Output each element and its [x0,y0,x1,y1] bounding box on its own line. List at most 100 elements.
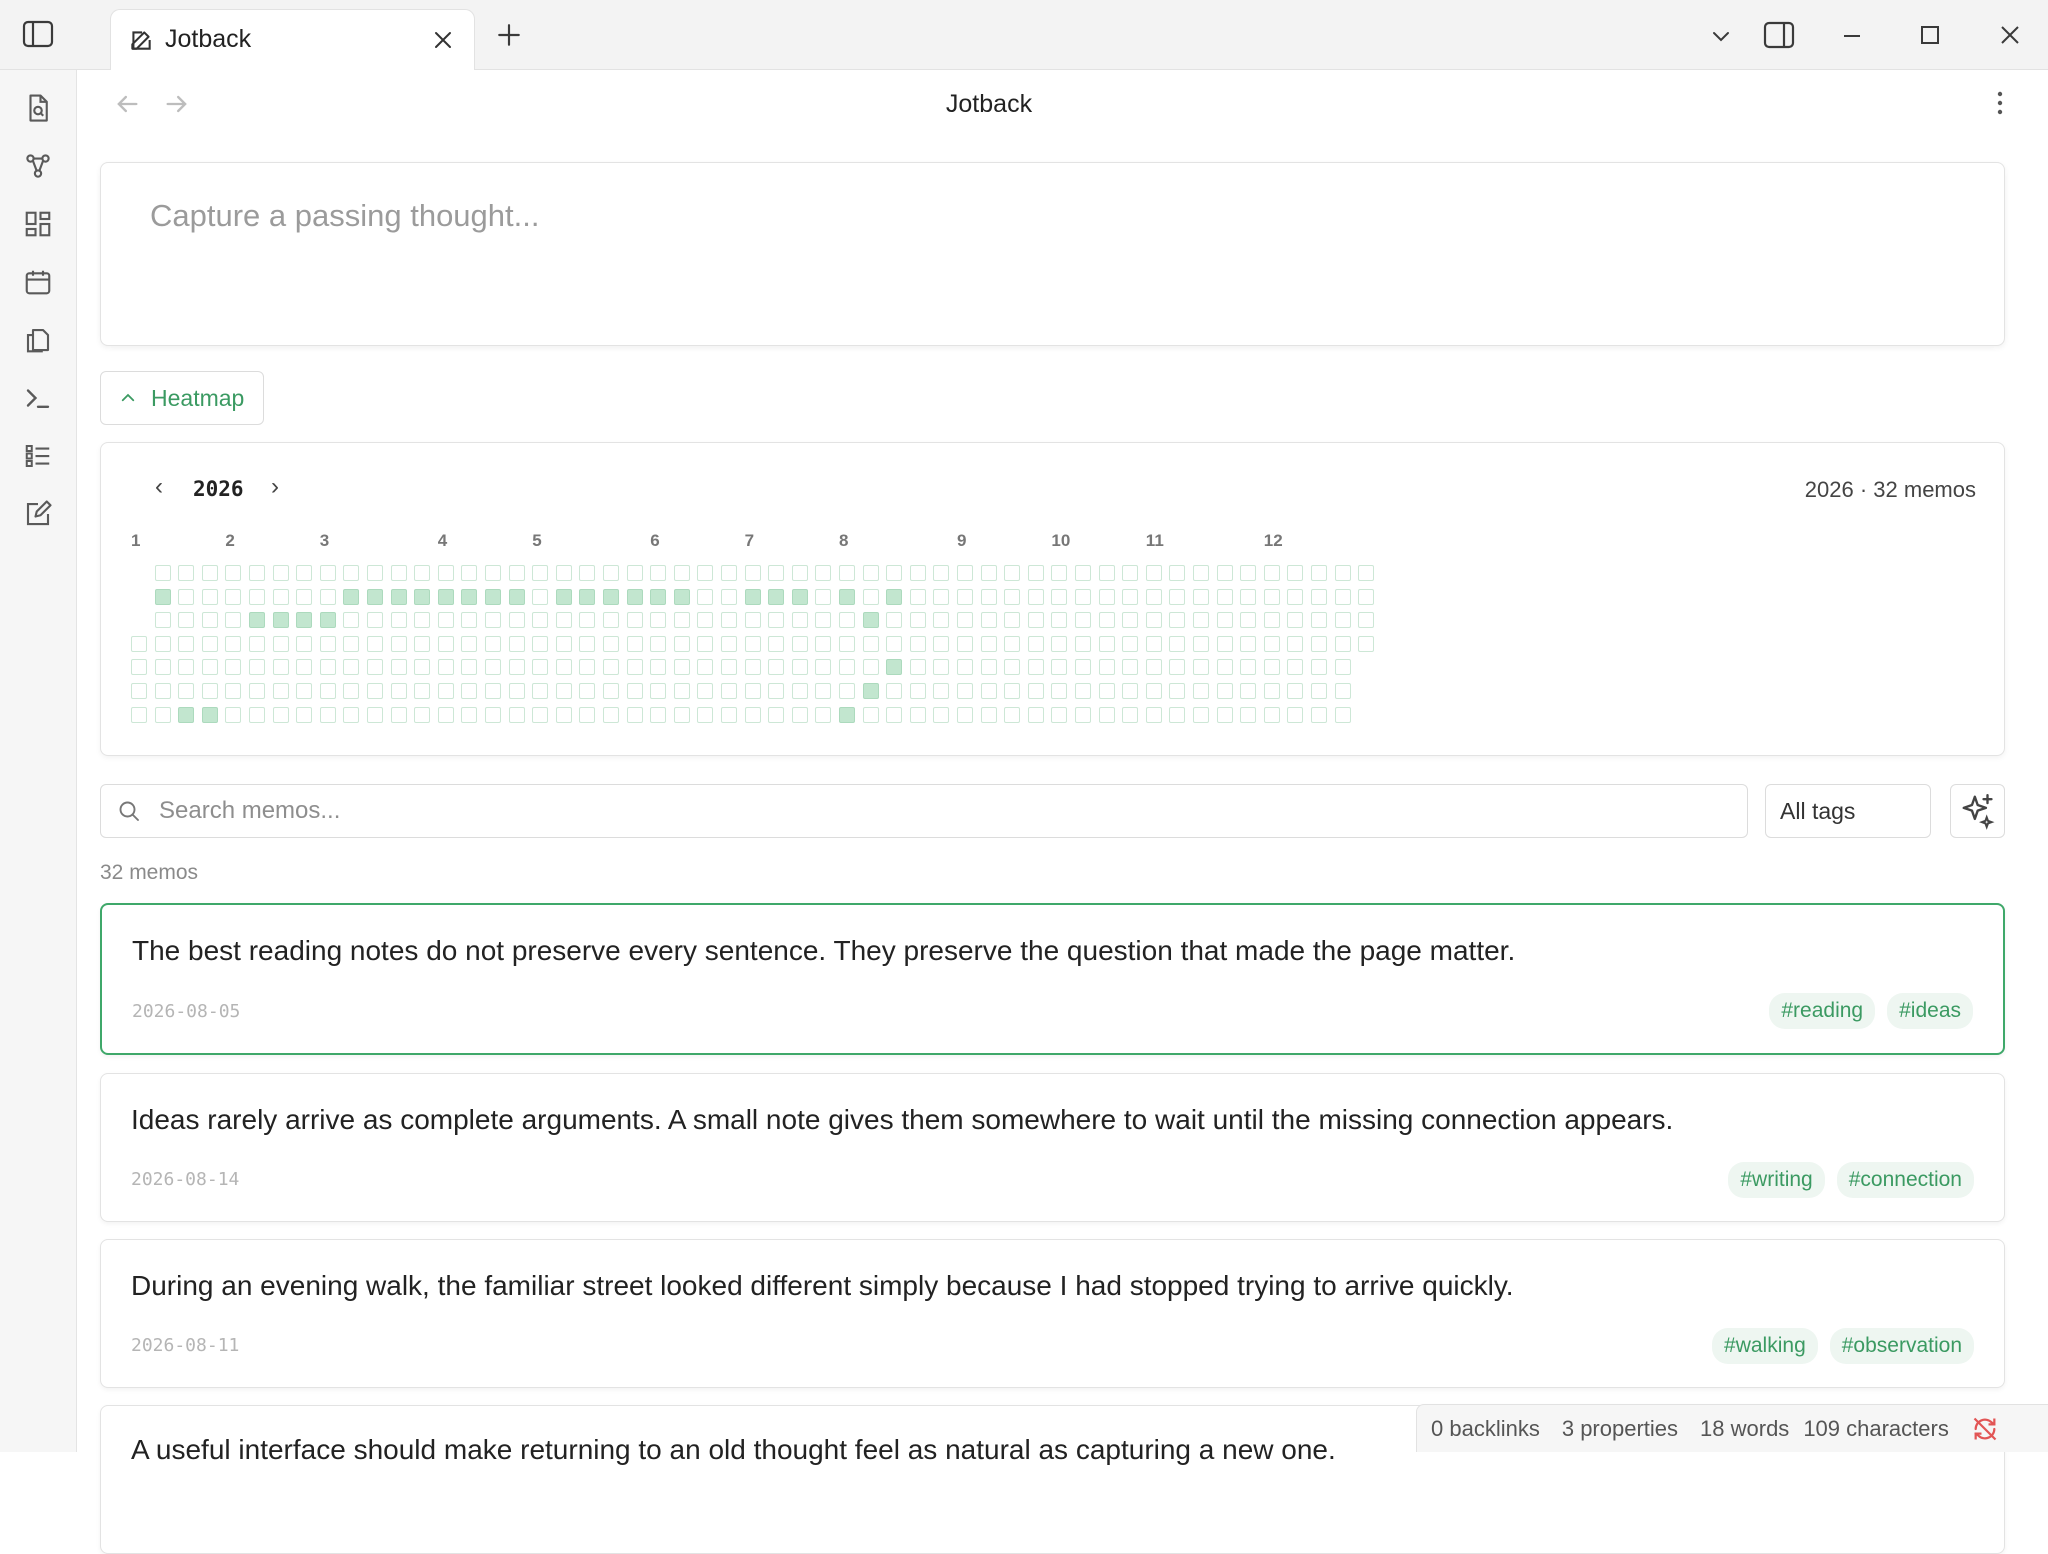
heatmap-cell[interactable] [886,588,903,605]
heatmap-cell[interactable] [791,683,808,699]
heatmap-cell[interactable] [1358,565,1375,581]
heatmap-cell[interactable] [272,565,289,581]
heatmap-cell[interactable] [154,612,171,629]
heatmap-cell[interactable] [178,612,195,629]
heatmap-cell[interactable] [886,565,903,581]
list-icon[interactable] [20,438,56,474]
heatmap-cell[interactable] [272,683,289,699]
heatmap-cell[interactable] [485,612,501,629]
heatmap-cell[interactable] [1334,588,1351,605]
heatmap-cell[interactable] [673,706,690,723]
heatmap-cell[interactable] [1193,683,1209,699]
heatmap-cell[interactable] [367,706,383,723]
minimize-icon[interactable] [1836,19,1868,51]
heatmap-cell[interactable] [886,706,903,723]
heatmap-cell[interactable] [815,683,832,699]
heatmap-cell[interactable] [791,659,808,676]
heatmap-cell[interactable] [319,706,336,723]
heatmap-cell[interactable] [461,612,478,629]
heatmap-cell[interactable] [909,683,926,699]
heatmap-cell[interactable] [579,635,596,652]
heatmap-cell[interactable] [154,565,171,581]
heatmap-cell[interactable] [225,565,242,581]
heatmap-cell[interactable] [1027,588,1044,605]
heatmap-cell[interactable] [650,659,667,676]
heatmap-cell[interactable] [343,565,360,581]
heatmap-cell[interactable] [1051,612,1068,629]
heatmap-cell[interactable] [249,706,265,723]
heatmap-cell[interactable] [839,683,855,699]
heatmap-cell[interactable] [1027,683,1044,699]
heatmap-cell[interactable] [461,706,478,723]
heatmap-cell[interactable] [1004,588,1021,605]
heatmap-cell[interactable] [343,659,360,676]
heatmap-cell[interactable] [791,706,808,723]
heatmap-cell[interactable] [249,565,265,581]
heatmap-cell[interactable] [225,635,242,652]
heatmap-cell[interactable] [178,635,195,652]
heatmap-cell[interactable] [980,683,997,699]
heatmap-cell[interactable] [721,588,737,605]
heatmap-cell[interactable] [579,565,596,581]
heatmap-cell[interactable] [437,588,454,605]
heatmap-cell[interactable] [839,659,855,676]
heatmap-cell[interactable] [249,588,265,605]
heatmap-cell[interactable] [367,612,383,629]
heatmap-cell[interactable] [744,683,761,699]
heatmap-cell[interactable] [201,635,218,652]
heatmap-cell[interactable] [862,706,879,723]
heatmap-cell[interactable] [626,706,643,723]
heatmap-cell[interactable] [768,635,785,652]
heatmap-cell[interactable] [154,588,171,605]
heatmap-cell[interactable] [1334,635,1351,652]
heatmap-cell[interactable] [768,683,785,699]
heatmap-cell[interactable] [272,588,289,605]
status-properties[interactable]: 3 properties [1562,1416,1678,1442]
heatmap-cell[interactable] [437,706,454,723]
prev-year-button[interactable]: ‹ [155,473,163,501]
heatmap-cell[interactable] [768,706,785,723]
heatmap-cell[interactable] [1098,659,1115,676]
heatmap-cell[interactable] [1193,659,1209,676]
heatmap-cell[interactable] [1004,635,1021,652]
heatmap-cell[interactable] [319,683,336,699]
heatmap-cell[interactable] [697,635,714,652]
heatmap-cell[interactable] [579,706,596,723]
heatmap-cell[interactable] [1263,683,1280,699]
heatmap-cell[interactable] [791,565,808,581]
heatmap-cell[interactable] [626,612,643,629]
heatmap-cell[interactable] [1193,635,1209,652]
heatmap-cell[interactable] [555,635,572,652]
heatmap-cell[interactable] [178,706,195,723]
heatmap-cell[interactable] [201,565,218,581]
heatmap-cell[interactable] [1027,612,1044,629]
heatmap-cell[interactable] [343,588,360,605]
heatmap-cell[interactable] [909,565,926,581]
heatmap-cell[interactable] [768,659,785,676]
heatmap-cell[interactable] [249,659,265,676]
heatmap-cell[interactable] [555,706,572,723]
heatmap-cell[interactable] [909,706,926,723]
heatmap-cell[interactable] [791,612,808,629]
memo-tag[interactable]: #connection [1836,1162,1974,1198]
heatmap-cell[interactable] [485,706,501,723]
graph-icon[interactable] [20,148,56,184]
heatmap-cell[interactable] [485,683,501,699]
heatmap-cell[interactable] [414,659,431,676]
heatmap-cell[interactable] [1216,565,1233,581]
heatmap-cell[interactable] [485,659,501,676]
heatmap-cell[interactable] [296,635,313,652]
heatmap-cell[interactable] [626,683,643,699]
heatmap-cell[interactable] [272,706,289,723]
heatmap-cell[interactable] [673,588,690,605]
heatmap-cell[interactable] [1004,565,1021,581]
heatmap-cell[interactable] [1122,612,1139,629]
heatmap-cell[interactable] [862,588,879,605]
heatmap-cell[interactable] [1334,612,1351,629]
heatmap-cell[interactable] [296,588,313,605]
heatmap-cell[interactable] [414,706,431,723]
heatmap-cell[interactable] [957,659,973,676]
heatmap-cell[interactable] [555,683,572,699]
heatmap-cell[interactable] [1216,635,1233,652]
heatmap-cell[interactable] [933,706,950,723]
